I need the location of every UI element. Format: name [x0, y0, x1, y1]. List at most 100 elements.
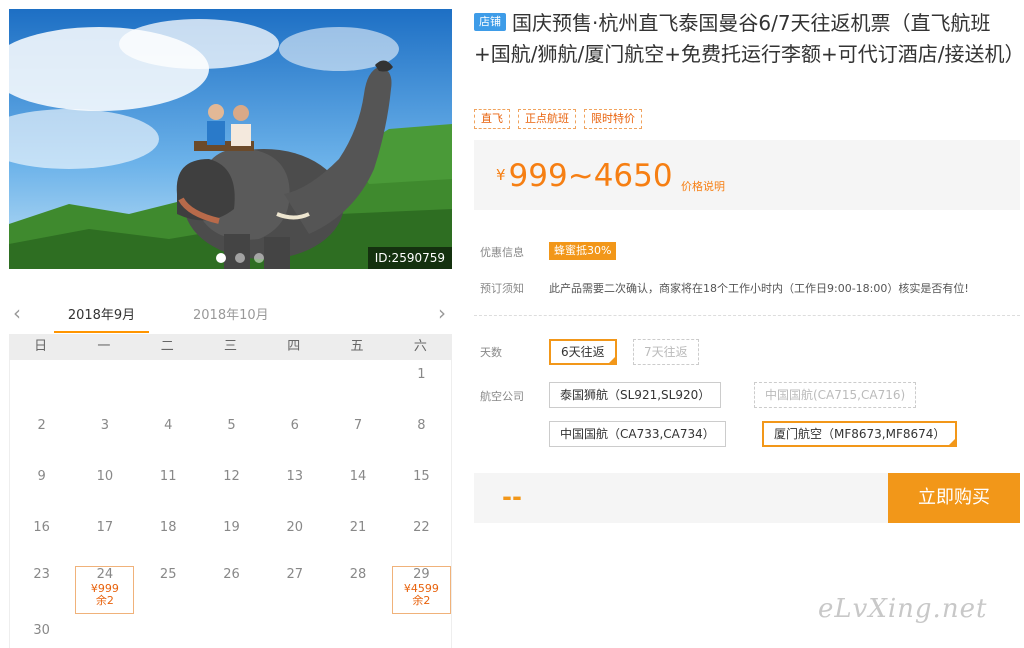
calendar-day-number: 4 [164, 418, 173, 433]
calendar-day-number: 10 [96, 469, 114, 484]
calendar-day: 17 [75, 520, 134, 568]
calendar-day-number: 29 [413, 567, 430, 582]
calendar-day: 12 [202, 469, 261, 517]
calendar-day-remain: 余2 [95, 594, 114, 607]
calendar-day: 16 [12, 520, 71, 568]
calendar-day-number: 28 [349, 567, 367, 582]
calendar-day: 2 [12, 418, 71, 466]
product-tag: 正点航班 [518, 109, 576, 129]
calendar-day: 14 [329, 469, 388, 517]
calendar-day-number: 12 [223, 469, 240, 484]
product-title-text: 国庆预售·杭州直飞泰国曼谷6/7天往返机票（直飞航班+国航/狮航/厦门航空+免费… [474, 11, 1024, 66]
calendar-day-number: 5 [227, 418, 236, 433]
weekday-label: 三 [223, 339, 237, 354]
weekday-label: 六 [413, 339, 427, 354]
calendar-day: 28 [329, 567, 388, 615]
calendar-day: 6 [265, 418, 324, 466]
calendar-day: 7 [329, 418, 388, 466]
product-tag: 直飞 [474, 109, 510, 129]
calendar-day-number: 27 [286, 567, 304, 582]
calendar-day-number: 11 [159, 469, 177, 484]
calendar-day-number: 18 [159, 520, 177, 535]
calendar-day-number: 23 [33, 567, 50, 582]
notice-label: 预订须知 [480, 282, 524, 295]
price-value: 999~4650 [508, 158, 673, 194]
calendar-day-number: 2 [37, 418, 46, 433]
weekday-label: 四 [287, 339, 301, 354]
calendar-day-number: 6 [290, 418, 299, 433]
price-box: ¥999~4650 价格说明 [474, 140, 1020, 210]
calendar-day-number: 20 [286, 520, 304, 535]
product-hero-image[interactable]: ID:2590759 [9, 9, 452, 269]
calendar-day-number: 16 [33, 520, 50, 535]
currency-symbol: ¥ [496, 166, 506, 184]
buy-now-button[interactable]: 立即购买 [888, 473, 1020, 523]
airline-label: 航空公司 [480, 390, 524, 403]
promo-badge: 蜂蜜抵30% [549, 242, 617, 260]
option-airline-lion-air[interactable]: 泰国狮航（SL921,SL920） [549, 382, 722, 408]
calendar-day-number: 3 [100, 418, 110, 433]
calendar-day[interactable]: 24 ¥999 余2 [75, 566, 135, 614]
days-label: 天数 [480, 346, 502, 359]
product-title-block: 店铺 国庆预售·杭州直飞泰国曼谷6/7天往返机票（直飞航班+国航/狮航/厦门航空+… [474, 8, 1024, 70]
image-id-label: ID:2590759 [367, 247, 452, 269]
calendar-day: 30 [12, 623, 71, 648]
chevron-left-icon[interactable]: ‹ [13, 302, 21, 324]
product-tag: 限时特价 [584, 109, 642, 129]
calendar-day-number: 21 [349, 520, 367, 535]
calendar-day: 15 [392, 469, 451, 517]
option-6-days[interactable]: 6天往返 [549, 339, 617, 365]
calendar-day-number: 1 [417, 367, 426, 382]
total-price: -- [502, 483, 522, 511]
carousel-dot[interactable] [254, 253, 264, 263]
calendar-day: 10 [75, 469, 134, 517]
calendar-day-number: 26 [223, 567, 240, 582]
calendar-day-number: 24 [96, 567, 114, 582]
carousel-dot[interactable] [216, 253, 226, 263]
price-explain-link[interactable]: 价格说明 [681, 178, 725, 194]
calendar-day: 1 [392, 367, 451, 415]
weekday-label: 二 [160, 339, 174, 354]
calendar-day: 21 [329, 520, 388, 568]
calendar-day-number: 8 [417, 418, 426, 433]
calendar-day: 27 [265, 567, 324, 615]
calendar-day: 18 [139, 520, 198, 568]
calendar-day[interactable]: 29 ¥4599 余2 [391, 566, 451, 614]
month-tab-sep[interactable]: 2018年9月 [54, 304, 149, 333]
carousel-dot[interactable] [235, 253, 245, 263]
weekday-label: 五 [350, 339, 364, 354]
calendar-day: 9 [12, 469, 71, 517]
calendar-day: 13 [265, 469, 324, 517]
chevron-right-icon[interactable]: › [438, 302, 446, 324]
elephant-photo [9, 9, 452, 269]
calendar-day-number: 13 [286, 469, 304, 484]
calendar-day: 8 [392, 418, 451, 466]
weekday-label: 日 [34, 339, 48, 354]
calendar-grid: 1 2 3 4 5 6 7 8 9 10 11 12 13 14 15 16 17 18 19 20 21 22 23 24 ¥… [9, 360, 452, 648]
notice-text: 此产品需要二次确认，商家将在18个工作小时内（工作日9:00-18:00）核实是… [549, 282, 969, 295]
calendar-day-number: 7 [353, 418, 363, 433]
option-airline-air-china-715[interactable]: 中国国航(CA715,CA716) [754, 382, 917, 408]
calendar-day-number: 17 [96, 520, 114, 535]
shop-tag[interactable]: 店铺 [474, 13, 506, 31]
purchase-bar: -- 立即购买 [474, 473, 1020, 523]
calendar-day-number: 30 [33, 623, 50, 638]
price-range: ¥999~4650 [496, 157, 673, 194]
calendar-day: 26 [202, 567, 261, 615]
calendar-day: 20 [265, 520, 324, 568]
month-tab-oct[interactable]: 2018年10月 [193, 304, 269, 323]
calendar-day-number: 9 [37, 469, 46, 484]
option-7-days[interactable]: 7天往返 [633, 339, 699, 365]
calendar-day-number: 22 [413, 520, 430, 535]
product-title: 店铺 国庆预售·杭州直飞泰国曼谷6/7天往返机票（直飞航班+国航/狮航/厦门航空+… [474, 8, 1024, 70]
option-airline-xiamen-air[interactable]: 厦门航空（MF8673,MF8674） [762, 421, 958, 447]
watermark: eLvXing.net [818, 594, 988, 624]
calendar-day: 3 [75, 418, 134, 466]
calendar-day: 5 [202, 418, 261, 466]
calendar-day: 4 [139, 418, 198, 466]
option-airline-air-china-733[interactable]: 中国国航（CA733,CA734） [549, 421, 726, 447]
calendar-weekday-header: 日 一 二 三 四 五 六 [9, 334, 452, 360]
calendar-day: 11 [139, 469, 198, 517]
calendar-day: 25 [139, 567, 198, 615]
calendar-day-remain: 余2 [412, 594, 431, 607]
